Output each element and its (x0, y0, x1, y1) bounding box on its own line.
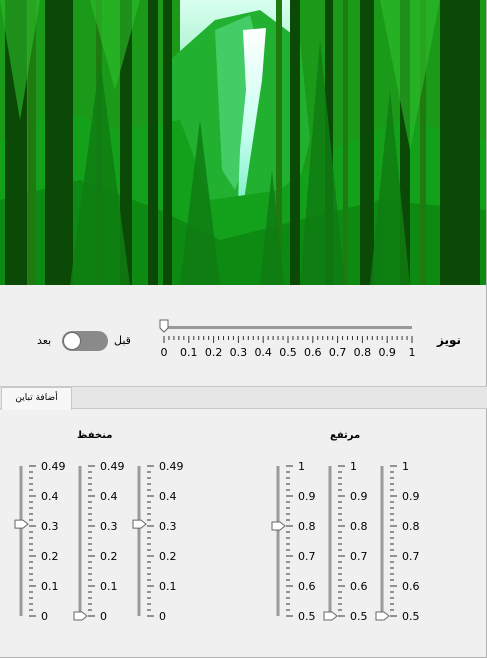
slider-tick-label: 0.8 (298, 520, 316, 533)
tab-strip (0, 386, 487, 409)
before-after-toggle[interactable] (62, 331, 108, 351)
slider-thumb[interactable] (271, 521, 286, 531)
noise-tick-label: 0.4 (254, 346, 272, 359)
high-group-title: مرتفع (330, 430, 361, 441)
slider-tick-label: 0.5 (350, 610, 368, 623)
forest-waterfall-image (0, 0, 486, 285)
noise-track (164, 326, 412, 329)
slider-tick-label: 0.9 (402, 490, 420, 503)
noise-tick-label: 0.5 (279, 346, 297, 359)
noise-tick-label: 0.6 (304, 346, 322, 359)
noise-tick-label: 1 (409, 346, 416, 359)
slider-tick-label: 1 (402, 460, 409, 473)
noise-tick-label: 0 (161, 346, 168, 359)
low-slider-2[interactable]: 0.49 0.4 0.3 0.2 0.1 0 (71, 458, 131, 628)
slider-tick-label: 0.4 (159, 490, 177, 503)
slider-tick-label: 0.6 (402, 580, 420, 593)
slider-tick-label: 0.1 (159, 580, 177, 593)
slider-track (276, 466, 280, 616)
slider-tick-label: 0.5 (402, 610, 420, 623)
after-label: بعد (37, 334, 52, 347)
noise-tick-label: 0.7 (329, 346, 347, 359)
high-slider-1[interactable]: 1 0.9 0.8 0.7 0.6 0.5 (269, 458, 329, 628)
slider-tick-label: 1 (298, 460, 305, 473)
slider-tick-label: 1 (350, 460, 357, 473)
slider-tick-label: 0.4 (41, 490, 59, 503)
slider-tick-label: 0.2 (100, 550, 118, 563)
noise-tick-label: 0.3 (230, 346, 248, 359)
slider-tick-label: 0.49 (159, 460, 184, 473)
noise-slider[interactable]: 0 0.1 0.2 0.3 0.4 0.5 0.6 0.7 0.8 0.9 1 (156, 318, 418, 364)
slider-tick-label: 0.5 (298, 610, 316, 623)
slider-tick-label: 0.2 (41, 550, 59, 563)
tab-add-contrast[interactable]: أضافة تباين (1, 387, 72, 410)
slider-thumb[interactable] (132, 519, 147, 529)
slider-tick-label: 0.7 (350, 550, 368, 563)
slider-thumb[interactable] (73, 611, 88, 621)
noise-tick-label: 0.8 (354, 346, 372, 359)
slider-track (380, 466, 384, 616)
slider-track (78, 466, 82, 616)
slider-tick-label: 0.9 (298, 490, 316, 503)
slider-tick-label: 0.8 (402, 520, 420, 533)
slider-tick-label: 0.1 (100, 580, 118, 593)
slider-tick-label: 0.1 (41, 580, 59, 593)
app-window: نويز 0 0.1 0.2 0.3 0.4 0.5 0.6 0.7 0.8 0.9 1 قبل ب… (0, 0, 487, 658)
slider-tick-label: 0.7 (402, 550, 420, 563)
low-slider-1[interactable]: 0.49 0.4 0.3 0.2 0.1 0 (12, 458, 72, 628)
noise-tick-label: 0.1 (180, 346, 198, 359)
slider-tick-label: 0.6 (298, 580, 316, 593)
slider-tick-label: 0.9 (350, 490, 368, 503)
slider-tick-label: 0 (100, 610, 107, 623)
slider-track (328, 466, 332, 616)
high-slider-3[interactable]: 1 0.9 0.8 0.7 0.6 0.5 (373, 458, 433, 628)
low-slider-3[interactable]: 0.49 0.4 0.3 0.2 0.1 0 (130, 458, 190, 628)
slider-tick-label: 0 (159, 610, 166, 623)
slider-tick-label: 0.6 (350, 580, 368, 593)
noise-tick-label: 0.9 (378, 346, 396, 359)
high-slider-2[interactable]: 1 0.9 0.8 0.7 0.6 0.5 (321, 458, 381, 628)
slider-tick-label: 0.49 (41, 460, 66, 473)
noise-tick-label: 0.2 (205, 346, 223, 359)
slider-tick-label: 0.3 (41, 520, 59, 533)
noise-slider-thumb[interactable] (159, 319, 169, 333)
slider-thumb[interactable] (14, 519, 29, 529)
slider-tick-label: 0.49 (100, 460, 125, 473)
slider-tick-label: 0.4 (100, 490, 118, 503)
slider-tick-label: 0.2 (159, 550, 177, 563)
before-label: قبل (114, 334, 131, 347)
slider-tick-label: 0.3 (159, 520, 177, 533)
toggle-knob[interactable] (63, 332, 81, 350)
slider-tick-label: 0.3 (100, 520, 118, 533)
slider-tick-label: 0.7 (298, 550, 316, 563)
slider-track (19, 466, 23, 616)
slider-track (137, 466, 141, 616)
noise-label: نويز (437, 333, 461, 347)
slider-thumb[interactable] (375, 611, 390, 621)
low-group-title: منخفظ (77, 430, 113, 441)
slider-tick-label: 0 (41, 610, 48, 623)
slider-thumb[interactable] (323, 611, 338, 621)
slider-tick-label: 0.8 (350, 520, 368, 533)
